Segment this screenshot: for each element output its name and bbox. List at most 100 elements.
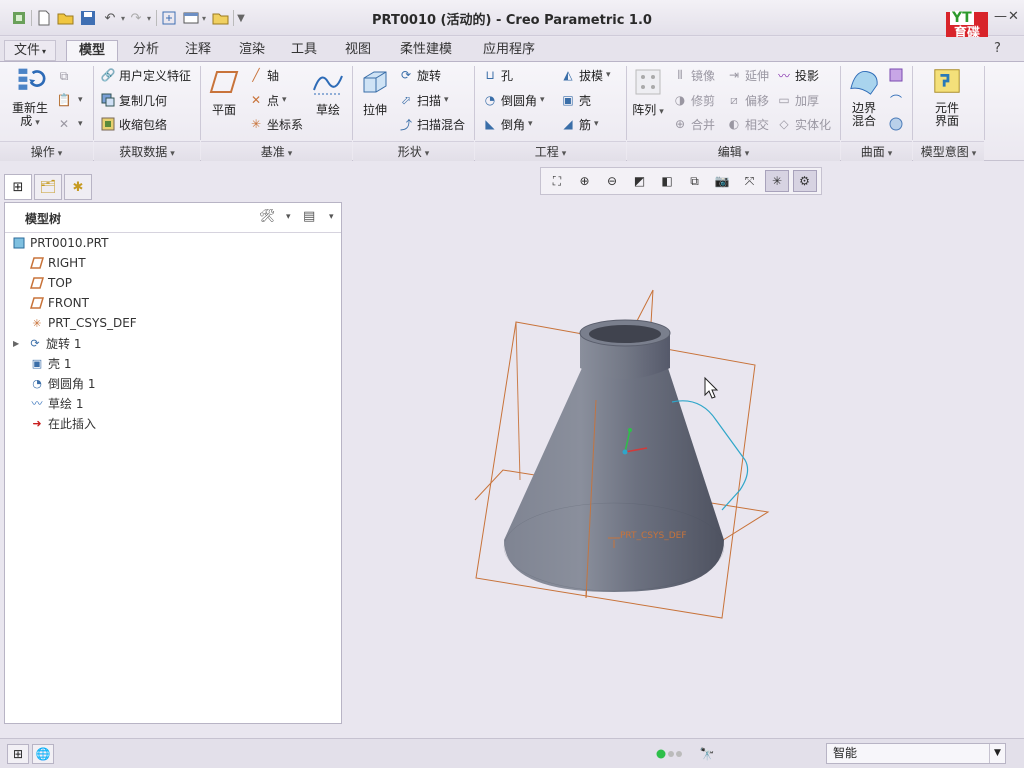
draft-button[interactable]: ◭ 拔模 ▾ (560, 65, 610, 85)
tab-tools[interactable]: 工具 (282, 40, 326, 61)
intersect-button[interactable]: ◐ 相交 (726, 114, 769, 134)
help-icon[interactable]: ? (994, 41, 1001, 56)
shell-button[interactable]: ▣ 壳 (560, 90, 591, 110)
extend-icon: ⇥ (728, 68, 740, 82)
component-interface-button[interactable]: 元件 界面 (926, 66, 968, 128)
display-style-icon[interactable]: ◧ (655, 170, 679, 192)
tab-analysis[interactable]: 分析 (124, 40, 168, 61)
sketch-button[interactable]: 草绘 (310, 68, 346, 117)
datum-display-icon[interactable]: ✳ (765, 170, 789, 192)
model-tree-tab[interactable]: ⊞ (4, 174, 32, 200)
model-tree-panel: 模型树 🛠 ▾ ▤ ▾ PRT0010.PRT RIGHT TOP FRONT … (4, 202, 342, 724)
selection-filter-select[interactable]: 智能 ▼ (826, 743, 1006, 764)
minimize-icon[interactable]: — (994, 9, 1007, 24)
tree-settings-icon[interactable]: 🛠 (259, 209, 276, 224)
user-defined-feature-button[interactable]: 🔗 用户定义特征 (100, 65, 192, 85)
thicken-button[interactable]: ▭ 加厚 (776, 90, 819, 110)
tab-annotate[interactable]: 注释 (176, 40, 220, 61)
tree-node-top[interactable]: TOP (29, 273, 72, 293)
regenerate-button[interactable]: 重新生 成 ▾ (6, 66, 54, 130)
tree-node-front[interactable]: FRONT (29, 293, 89, 313)
freestyle-button[interactable]: ⌒ (888, 90, 907, 110)
sweep-button[interactable]: ⬀ 扫描 ▾ (398, 90, 449, 110)
tree-node-revolve[interactable]: ▶ ⟳ 旋转 1 (13, 333, 81, 353)
toggle-navigator-button[interactable]: ⊞ (7, 744, 29, 764)
tree-node-part[interactable]: PRT0010.PRT (11, 233, 108, 253)
group-model-intent[interactable]: 模型意图 ▾ (913, 141, 984, 161)
tree-node-round[interactable]: ◔ 倒圆角 1 (29, 373, 95, 393)
offset-button[interactable]: ⧄ 偏移 (726, 90, 769, 110)
tab-flexible-modeling[interactable]: 柔性建模 (390, 40, 462, 61)
favorites-tab[interactable]: ✱ (64, 174, 92, 200)
tree-node-right[interactable]: RIGHT (29, 253, 86, 273)
tree-node-csys[interactable]: ✳ PRT_CSYS_DEF (29, 313, 136, 333)
tab-applications[interactable]: 应用程序 (472, 40, 546, 61)
toggle-browser-button[interactable]: 🌐 (32, 744, 54, 764)
csys-button[interactable]: ✳ 坐标系 (248, 114, 303, 134)
trim-button[interactable]: ◑ 修剪 (672, 90, 715, 110)
group-get-data[interactable]: 获取数据 ▾ (94, 141, 200, 161)
group-operations[interactable]: 操作 ▾ (0, 141, 93, 161)
swept-blend-button[interactable]: ⤴ 扫描混合 (398, 114, 465, 134)
pattern-button[interactable]: 阵列 ▾ (630, 68, 666, 119)
axis-button[interactable]: ╱ 轴 (248, 65, 279, 85)
tree-show-icon[interactable]: ▤ (303, 209, 315, 224)
extend-button[interactable]: ⇥ 延伸 (726, 65, 769, 85)
style-button[interactable] (888, 65, 907, 85)
tree-node-sketch[interactable]: 〰 草绘 1 (29, 393, 84, 413)
view-manager-icon[interactable]: 📷 (710, 170, 734, 192)
csys-label: PRT_CSYS_DEF (620, 531, 687, 541)
delete-button[interactable]: ✕ ▾ (56, 114, 83, 134)
perspective-icon[interactable]: ⤧ (738, 170, 762, 192)
tree-show-dropdown-icon[interactable]: ▾ (329, 212, 334, 222)
round-button[interactable]: ◔ 倒圆角 ▾ (482, 90, 545, 110)
refit-icon[interactable]: ⛶ (545, 170, 569, 192)
group-surfaces[interactable]: 曲面 ▾ (841, 141, 912, 161)
revolve-button[interactable]: ⟳ 旋转 (398, 65, 441, 85)
mirror-button[interactable]: ⫴ 镜像 (672, 65, 715, 85)
tab-view[interactable]: 视图 (336, 40, 380, 61)
model-tree-header: 模型树 🛠 ▾ ▤ ▾ (5, 203, 341, 233)
close-icon[interactable]: ✕ (1008, 9, 1019, 24)
zoom-out-icon[interactable]: ⊖ (600, 170, 624, 192)
rib-button[interactable]: ◢ 筋 ▾ (560, 114, 598, 134)
tab-model[interactable]: 模型 (66, 40, 118, 61)
saved-views-icon[interactable]: ⧉ (683, 170, 707, 192)
boundary-blend-icon (850, 71, 878, 95)
tree-settings-dropdown-icon[interactable]: ▾ (286, 212, 291, 222)
zoom-in-icon[interactable]: ⊕ (573, 170, 597, 192)
expand-arrow-icon[interactable]: ▶ (13, 339, 23, 348)
tab-file[interactable]: 文件 ▾ (4, 40, 56, 61)
graphics-window[interactable]: PRT_CSYS_DEF (346, 198, 1024, 736)
plane-button[interactable]: 平面 (206, 68, 242, 117)
repaint-icon[interactable]: ◩ (628, 170, 652, 192)
group-shapes[interactable]: 形状 ▾ (353, 141, 474, 161)
pattern-icon (635, 69, 661, 95)
copy-button[interactable]: ⧉ (56, 66, 75, 86)
folder-browser-tab[interactable]: 🗂 (34, 174, 62, 200)
merge-button[interactable]: ⊕ 合并 (672, 114, 715, 134)
shrinkwrap-button[interactable]: 收缩包络 (100, 114, 167, 134)
point-button[interactable]: ✕ 点 ▾ (248, 90, 287, 110)
tab-render[interactable]: 渲染 (230, 40, 274, 61)
chamfer-button[interactable]: ◣ 倒角 ▾ (482, 114, 532, 134)
tree-node-insert-here[interactable]: ➜ 在此插入 (29, 413, 96, 433)
paste-button[interactable]: 📋 ▾ (56, 90, 83, 110)
copy-geometry-button[interactable]: 复制几何 (100, 90, 167, 110)
spin-center-icon[interactable]: ⚙ (792, 170, 817, 192)
find-button[interactable]: 🔭 (696, 744, 718, 764)
style-icon (888, 67, 904, 83)
group-datum[interactable]: 基准 ▾ (201, 141, 352, 161)
boundary-blend-button[interactable]: 边界 混合 (844, 66, 884, 128)
round-icon: ◔ (32, 376, 42, 390)
project-button[interactable]: 〰投影 (776, 65, 819, 85)
fill-button[interactable] (888, 114, 907, 134)
hole-button[interactable]: ⊔ 孔 (482, 65, 513, 85)
group-engineering[interactable]: 工程 ▾ (475, 141, 626, 161)
extrude-button[interactable]: 拉伸 (356, 68, 394, 117)
browser-icon: 🌐 (35, 747, 51, 761)
rib-icon: ◢ (563, 117, 573, 131)
group-editing[interactable]: 编辑 ▾ (627, 141, 840, 161)
solidify-button[interactable]: ◇ 实体化 (776, 114, 831, 134)
tree-node-shell[interactable]: ▣ 壳 1 (29, 353, 72, 373)
